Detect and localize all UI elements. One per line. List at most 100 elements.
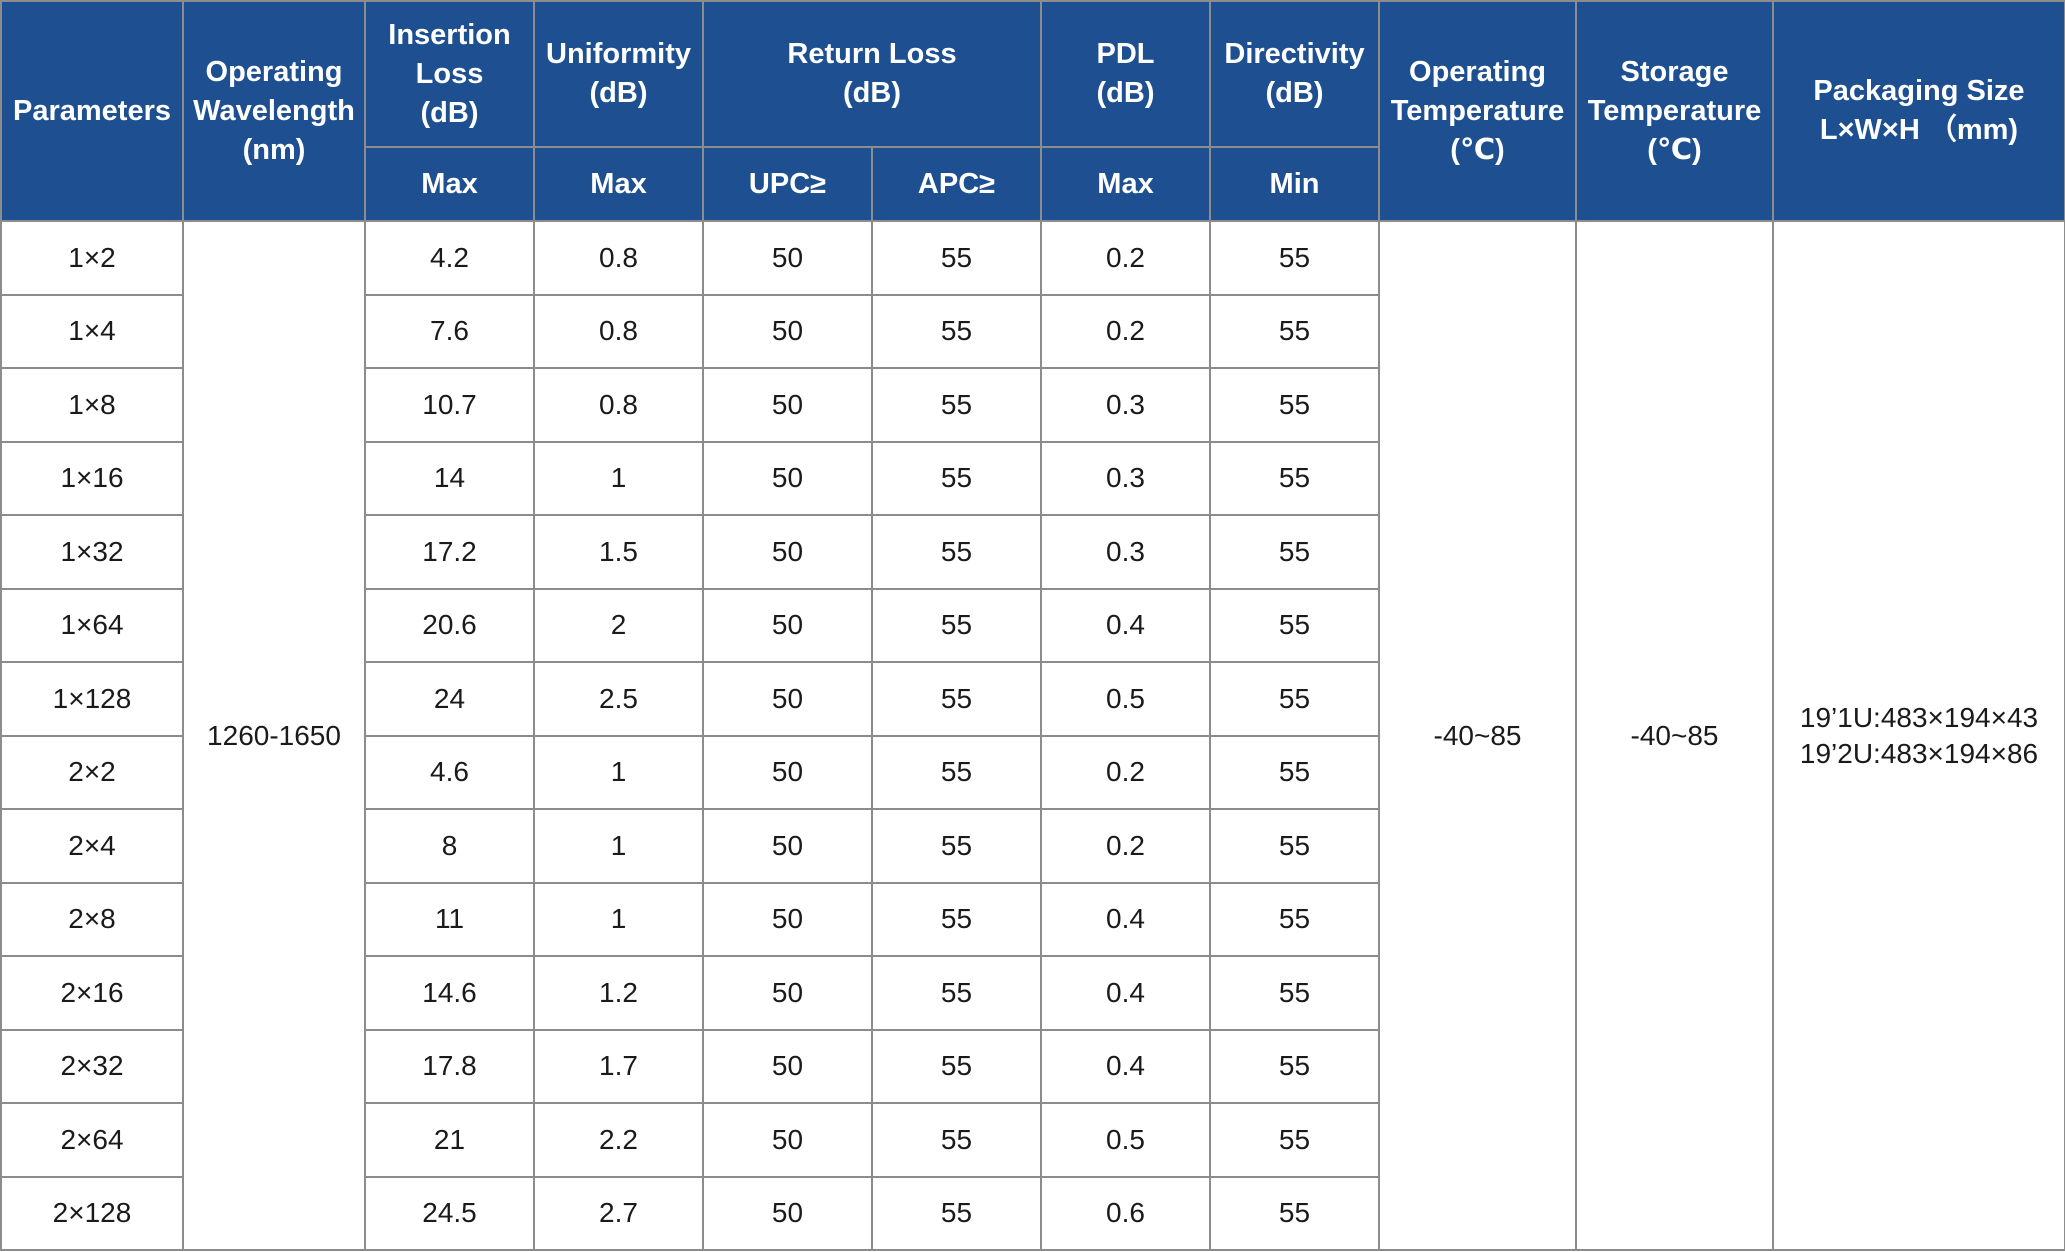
cell-pdl: 0.4 — [1040, 955, 1211, 1031]
cell-insertion-loss: 21 — [364, 1102, 535, 1178]
header-return-loss-unit: (dB) — [843, 77, 901, 109]
cell-pdl: 0.4 — [1040, 881, 1211, 957]
cell-uniformity: 1.5 — [533, 514, 704, 590]
header-wavelength-line: Wavelength — [193, 94, 355, 127]
cell-directivity: 55 — [1209, 881, 1380, 957]
cell-directivity: 55 — [1209, 1028, 1380, 1104]
cell-insertion-loss: 14 — [364, 440, 535, 516]
cell-directivity: 55 — [1209, 367, 1380, 443]
cell-parameter: 1×128 — [0, 661, 184, 737]
cell-parameter: 2×4 — [0, 808, 184, 884]
header-operating-wavelength: Operating Wavelength (nm) — [182, 0, 366, 222]
table-body: 1×2 1260-1650 4.2 0.8 50 55 0.2 55 -40~85 -40~85 1… — [0, 220, 2065, 1251]
cell-return-loss-upc: 50 — [702, 1102, 873, 1178]
cell-directivity: 55 — [1209, 220, 1380, 296]
cell-uniformity: 2.5 — [533, 661, 704, 737]
cell-uniformity: 1.7 — [533, 1028, 704, 1104]
cell-insertion-loss: 17.2 — [364, 514, 535, 590]
cell-insertion-loss: 24 — [364, 661, 535, 737]
cell-insertion-loss: 4.2 — [364, 220, 535, 296]
cell-return-loss-apc: 55 — [871, 881, 1042, 957]
cell-return-loss-upc: 50 — [702, 661, 873, 737]
cell-insertion-loss: 14.6 — [364, 955, 535, 1031]
header-parameters-label: Parameters — [13, 94, 171, 127]
cell-operating-temperature: -40~85 — [1378, 220, 1577, 1251]
cell-return-loss-upc: 50 — [702, 955, 873, 1031]
table-row: 1×2 1260-1650 4.2 0.8 50 55 0.2 55 -40~85 -40~85 1… — [0, 220, 2065, 1251]
cell-parameter: 2×16 — [0, 955, 184, 1031]
cell-directivity: 55 — [1209, 514, 1380, 590]
cell-directivity: 55 — [1209, 661, 1380, 737]
cell-parameter: 2×2 — [0, 734, 184, 810]
packaging-size-line: 19’2U:483×194×86 — [1799, 737, 2039, 769]
cell-insertion-loss: 24.5 — [364, 1175, 535, 1251]
cell-pdl: 0.3 — [1040, 367, 1211, 443]
cell-return-loss-apc: 55 — [871, 440, 1042, 516]
cell-pdl: 0.5 — [1040, 661, 1211, 737]
cell-insertion-loss: 4.6 — [364, 734, 535, 810]
cell-return-loss-apc: 55 — [871, 587, 1042, 663]
header-pdl: PDL (dB) — [1040, 0, 1211, 148]
header-packaging-line: Packaging Size — [1813, 75, 2025, 107]
cell-operating-wavelength: 1260-1650 — [182, 220, 366, 1251]
header-return-loss: Return Loss (dB) — [702, 0, 1042, 148]
cell-parameter: 1×16 — [0, 440, 184, 516]
subheader-pdl-max: Max — [1040, 146, 1211, 222]
cell-pdl: 0.2 — [1040, 220, 1211, 296]
header-packaging-dims: L×W×H （mm) — [1819, 114, 2019, 146]
cell-uniformity: 0.8 — [533, 293, 704, 369]
cell-parameter: 2×8 — [0, 881, 184, 957]
cell-uniformity: 0.8 — [533, 220, 704, 296]
cell-uniformity: 2.2 — [533, 1102, 704, 1178]
header-storage-temperature: Storage Temperature (℃) — [1575, 0, 1774, 222]
cell-directivity: 55 — [1209, 587, 1380, 663]
cell-directivity: 55 — [1209, 440, 1380, 516]
header-insertion-loss-line: Loss — [415, 57, 484, 90]
cell-pdl: 0.4 — [1040, 587, 1211, 663]
cell-uniformity: 1 — [533, 808, 704, 884]
cell-uniformity: 2 — [533, 587, 704, 663]
header-storage-temp-unit: (℃) — [1647, 133, 1702, 166]
cell-return-loss-upc: 50 — [702, 1175, 873, 1251]
subheader-uniformity-max: Max — [533, 146, 704, 222]
cell-parameter: 2×64 — [0, 1102, 184, 1178]
cell-storage-temperature: -40~85 — [1575, 220, 1774, 1251]
cell-uniformity: 1 — [533, 734, 704, 810]
cell-insertion-loss: 17.8 — [364, 1028, 535, 1104]
cell-return-loss-upc: 50 — [702, 367, 873, 443]
cell-return-loss-apc: 55 — [871, 955, 1042, 1031]
cell-return-loss-apc: 55 — [871, 808, 1042, 884]
cell-parameter: 1×8 — [0, 367, 184, 443]
cell-return-loss-apc: 55 — [871, 661, 1042, 737]
cell-directivity: 55 — [1209, 808, 1380, 884]
header-op-temp-line: Operating — [1409, 55, 1546, 88]
cell-directivity: 55 — [1209, 1175, 1380, 1251]
header-op-temp-line: Temperature — [1390, 94, 1565, 127]
subheader-apc: APC≥ — [871, 146, 1042, 222]
cell-directivity: 55 — [1209, 734, 1380, 810]
cell-parameter: 2×32 — [0, 1028, 184, 1104]
cell-parameter: 1×2 — [0, 220, 184, 296]
header-storage-temp-line: Storage — [1620, 55, 1729, 88]
table-header: Parameters Operating Wavelength (nm) Ins… — [0, 0, 2065, 222]
header-return-loss-line: Return Loss — [787, 38, 957, 70]
cell-return-loss-apc: 55 — [871, 1102, 1042, 1178]
cell-return-loss-upc: 50 — [702, 587, 873, 663]
cell-directivity: 55 — [1209, 293, 1380, 369]
header-wavelength-line: Operating — [205, 55, 343, 88]
spec-table: Parameters Operating Wavelength (nm) Ins… — [0, 0, 2065, 1251]
packaging-size-line: 19’1U:483×194×43 — [1799, 701, 2039, 733]
cell-insertion-loss: 10.7 — [364, 367, 535, 443]
cell-uniformity: 2.7 — [533, 1175, 704, 1251]
cell-parameter: 1×32 — [0, 514, 184, 590]
cell-parameter: 1×4 — [0, 293, 184, 369]
header-pdl-line: PDL — [1096, 38, 1155, 70]
cell-parameter: 1×64 — [0, 587, 184, 663]
header-packaging-size: Packaging Size L×W×H （mm) — [1772, 0, 2065, 222]
cell-insertion-loss: 11 — [364, 881, 535, 957]
cell-pdl: 0.6 — [1040, 1175, 1211, 1251]
cell-insertion-loss: 7.6 — [364, 293, 535, 369]
cell-pdl: 0.3 — [1040, 440, 1211, 516]
header-wavelength-unit: (nm) — [242, 133, 306, 166]
cell-return-loss-upc: 50 — [702, 1028, 873, 1104]
